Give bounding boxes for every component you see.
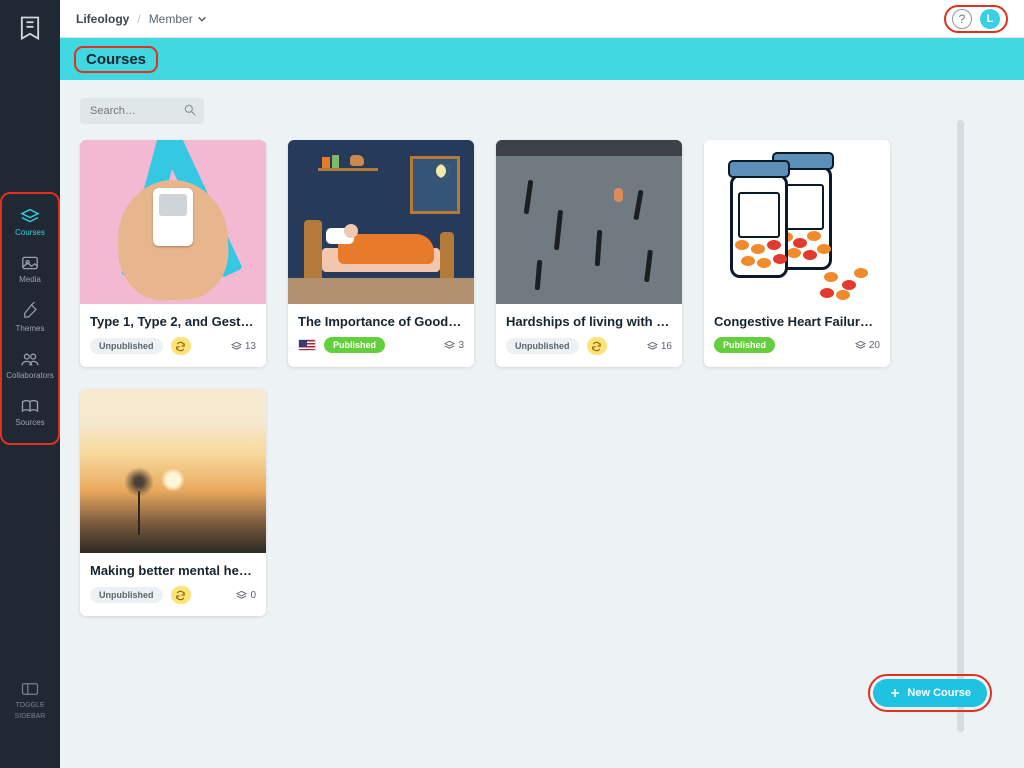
- status-chip-unpublished: Unpublished: [90, 587, 163, 603]
- sidebar-item-themes[interactable]: Themes: [4, 294, 56, 343]
- sidebar: Courses Media Themes Collaborators Sourc…: [0, 0, 60, 768]
- search-icon: [183, 103, 197, 117]
- sidebar-item-courses[interactable]: Courses: [4, 200, 56, 247]
- new-course-button[interactable]: New Course: [873, 679, 987, 707]
- course-title: Making better mental health…: [90, 563, 256, 578]
- course-card[interactable]: Type 1, Type 2, and Gestation… Unpublish…: [80, 140, 266, 367]
- topbar: Lifeology / Member ? L: [60, 0, 1024, 38]
- sync-icon: [171, 337, 191, 355]
- brush-icon: [20, 302, 40, 320]
- help-icon: ?: [959, 12, 966, 26]
- course-thumbnail: [496, 140, 682, 304]
- toggle-sidebar-label-2: SIDEBAR: [15, 713, 46, 720]
- chevron-down-icon: [197, 14, 207, 24]
- layers-icon: [20, 208, 40, 224]
- avatar-initial: L: [987, 13, 994, 25]
- topbar-actions-highlight: ? L: [944, 5, 1008, 33]
- toggle-sidebar-label-1: TOGGLE: [15, 702, 44, 709]
- help-button[interactable]: ?: [952, 9, 972, 29]
- breadcrumb-root[interactable]: Lifeology: [76, 12, 129, 26]
- course-thumbnail: [288, 140, 474, 304]
- card-count: 20: [855, 340, 880, 351]
- card-count-value: 3: [458, 340, 464, 351]
- sidebar-nav-highlight: Courses Media Themes Collaborators Sourc…: [0, 192, 60, 445]
- card-count-value: 0: [250, 590, 256, 601]
- status-chip-unpublished: Unpublished: [506, 338, 579, 354]
- course-grid: Type 1, Type 2, and Gestation… Unpublish…: [80, 140, 1004, 616]
- content-area: Type 1, Type 2, and Gestation… Unpublish…: [60, 80, 1024, 768]
- search-wrap: [80, 98, 204, 124]
- course-card[interactable]: Hardships of living with an in… Unpublis…: [496, 140, 682, 367]
- book-icon: [20, 398, 40, 414]
- status-chip-unpublished: Unpublished: [90, 338, 163, 354]
- breadcrumb-current-label: Member: [149, 12, 193, 26]
- sidebar-item-media[interactable]: Media: [4, 247, 56, 294]
- sidebar-item-sources[interactable]: Sources: [4, 390, 56, 437]
- course-card[interactable]: The Importance of Good Sle… Published 3: [288, 140, 474, 367]
- toggle-sidebar-button[interactable]: TOGGLE SIDEBAR: [0, 682, 60, 722]
- flag-us-icon: [298, 339, 316, 351]
- sidebar-item-label: Media: [19, 275, 41, 284]
- status-chip-published: Published: [714, 337, 775, 353]
- new-course-highlight: New Course: [868, 674, 992, 712]
- card-count: 3: [444, 340, 464, 351]
- course-card[interactable]: Making better mental health… Unpublished…: [80, 389, 266, 616]
- image-icon: [20, 255, 40, 271]
- cards-icon: [855, 340, 866, 350]
- course-card[interactable]: Congestive Heart Failure Me… Published 2…: [704, 140, 890, 367]
- cards-icon: [236, 590, 247, 600]
- users-icon: [20, 351, 40, 367]
- sidebar-item-label: Collaborators: [6, 371, 54, 380]
- user-avatar[interactable]: L: [980, 9, 1000, 29]
- breadcrumb-separator: /: [137, 12, 140, 26]
- cards-icon: [444, 340, 455, 350]
- card-count: 16: [647, 341, 672, 352]
- sidebar-item-collaborators[interactable]: Collaborators: [4, 343, 56, 390]
- main-column: Lifeology / Member ? L Courses: [60, 0, 1024, 768]
- scrollbar[interactable]: [957, 120, 964, 732]
- breadcrumb-current[interactable]: Member: [149, 12, 207, 26]
- sidebar-item-label: Courses: [15, 228, 45, 237]
- cards-icon: [231, 341, 242, 351]
- course-thumbnail: [80, 389, 266, 553]
- card-count-value: 16: [661, 341, 672, 352]
- course-title: The Importance of Good Sle…: [298, 314, 464, 329]
- course-thumbnail: [704, 140, 890, 304]
- course-title: Congestive Heart Failure Me…: [714, 314, 880, 329]
- card-count-value: 20: [869, 340, 880, 351]
- course-thumbnail: [80, 140, 266, 304]
- panel-icon: [21, 682, 39, 696]
- course-title: Type 1, Type 2, and Gestation…: [90, 314, 256, 329]
- status-chip-published: Published: [324, 337, 385, 353]
- card-count: 13: [231, 341, 256, 352]
- card-count: 0: [236, 590, 256, 601]
- page-title: Courses: [74, 46, 158, 73]
- app-logo: [16, 14, 44, 42]
- sync-icon: [587, 337, 607, 355]
- new-course-label: New Course: [907, 687, 971, 699]
- page-banner: Courses: [60, 38, 1024, 80]
- cards-icon: [647, 341, 658, 351]
- sync-icon: [171, 586, 191, 604]
- sidebar-item-label: Themes: [16, 324, 45, 333]
- plus-icon: [889, 687, 901, 699]
- course-title: Hardships of living with an in…: [506, 314, 672, 329]
- card-count-value: 13: [245, 341, 256, 352]
- sidebar-item-label: Sources: [15, 418, 44, 427]
